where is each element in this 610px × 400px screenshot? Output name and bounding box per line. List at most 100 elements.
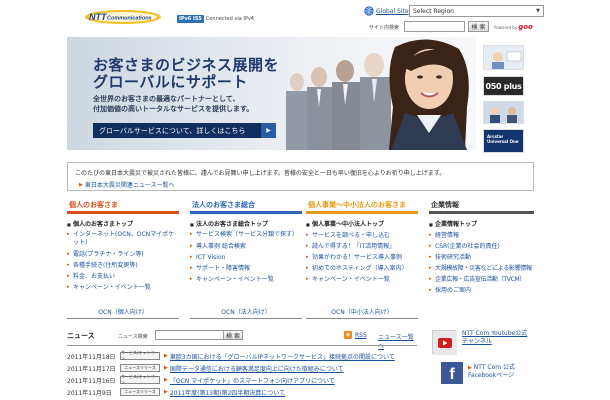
arrow-right-icon: ▶	[261, 123, 276, 138]
column-title: 個人のお客さま	[69, 201, 118, 209]
column-link[interactable]: 各種手続き(住所変更等)	[67, 260, 179, 271]
ocn-personal-link[interactable]: OCN（個人向け）	[67, 307, 179, 316]
youtube-channel-link[interactable]: NTT Com Youtube公式チャンネル	[432, 330, 534, 360]
column-link[interactable]: キャンペーン・イベント一覧	[190, 274, 302, 285]
promo-banner-1-image	[484, 46, 523, 69]
column-link[interactable]: 企業情報トップ	[429, 219, 534, 230]
column-title: 企業情報	[431, 201, 459, 209]
column-link[interactable]: 電話(プラチナ・ライン等)	[67, 249, 179, 260]
column-link[interactable]: 個人のお客さまトップ	[67, 219, 179, 230]
column-corporate: 法人のお客さま総合 法人のお客さま総合トップ サービス検索（サービス分類で探す）…	[190, 200, 302, 285]
column-link[interactable]: 読んで得する！「IT活用情報」	[306, 241, 418, 252]
column-smb: 個人事業〜中小法人のお客さま 個人事業〜中小法人トップ サービスを調べる・申し込…	[306, 200, 418, 285]
hero-sub-line2: 付加価値の高いトータルなサービスを提供します。	[93, 105, 254, 113]
column-link[interactable]: サービス検索（サービス分類で探す）	[190, 230, 298, 241]
site-search-label: サイト内検索	[369, 25, 400, 31]
column-link[interactable]: 技術研究活動	[429, 252, 534, 263]
ipv6-badge: IPv6 ISS	[177, 15, 204, 23]
youtube-channel-label: NTT Com Youtube公式チャンネル	[462, 330, 528, 345]
news-link[interactable]: 「OCN マイポケット」のスマートフォン向けアプリについて	[170, 376, 335, 385]
column-link[interactable]: 料金、お支払い	[67, 271, 179, 282]
globe-icon	[364, 6, 374, 16]
column-footer-divider	[306, 318, 418, 319]
promo-banner-1[interactable]	[483, 45, 524, 70]
column-link[interactable]: キャンペーン・イベント一覧	[306, 274, 418, 285]
hero-title-line1: お客さまのビジネス展開を	[93, 56, 280, 74]
facebook-icon: f	[441, 362, 463, 384]
hero-title-line2: グローバルにサポート	[93, 73, 248, 91]
region-select[interactable]: Select Region ▼	[409, 5, 544, 17]
column-link-list: 個人のお客さまトップ インターネット(OCN、OCNマイポケット) 電話(プラチ…	[67, 219, 179, 293]
arrow-right-icon: ▶	[164, 353, 168, 359]
site-search-input[interactable]	[404, 21, 465, 32]
column-footer-divider	[67, 318, 179, 319]
column-link[interactable]: 採用のご案内	[429, 285, 534, 296]
news-search-input[interactable]	[155, 330, 231, 340]
global-services-button-label: グローバルサービスについて、詳しくはこちら	[99, 126, 246, 135]
news-category-badge: サービス/キャンペーン	[120, 374, 160, 385]
promo-banner-3-image	[484, 102, 523, 123]
column-link[interactable]: インターネット(OCN、OCNマイポケット)	[67, 230, 175, 249]
rss-icon[interactable]: ◉	[344, 331, 352, 339]
column-link[interactable]: 経営情報	[429, 230, 534, 241]
news-link[interactable]: 国際データ通信における顧客満足度向上に向けた取組みについて	[170, 364, 344, 373]
site-search-button[interactable]: 検 索	[468, 21, 489, 32]
facebook-page-link[interactable]: f ▶ NTT Com 公式 Facebookページ	[432, 362, 534, 390]
column-link-list: 個人事業〜中小法人トップ サービスを調べる・申し込む 読んで得する！「IT活用情…	[306, 219, 418, 285]
arcstar-banner[interactable]: Arcstar Universal One	[483, 129, 524, 153]
news-list-link[interactable]: ニュース一覧へ	[378, 332, 417, 350]
column-divider	[306, 211, 418, 214]
page: NTT Communications IPv6 ISS Connected vi…	[0, 0, 610, 400]
column-link[interactable]: キャンペーン・イベント一覧	[67, 282, 179, 293]
svg-text:NTT: NTT	[89, 12, 108, 22]
ocn-smb-link[interactable]: OCN（中小法人向け）	[306, 307, 418, 316]
column-link[interactable]: 法人のお客さま総合トップ	[190, 219, 302, 230]
news-category-badge: ニュースリリース	[120, 364, 160, 372]
chevron-down-icon: ▼	[536, 8, 540, 14]
ipv6-status-text: Connected via IPv4	[205, 16, 254, 22]
rss-link[interactable]: RSS	[355, 332, 367, 339]
goo-logo: goo	[518, 23, 533, 31]
news-link[interactable]: 東欧3カ国における「グローバルIPネットワークサービス」接続拠点の開設について	[170, 352, 395, 361]
powered-by: Powered by goo	[494, 23, 533, 31]
global-services-button[interactable]: グローバルサービスについて、詳しくはこちら ▶	[93, 123, 276, 138]
news-date: 2011年11月18日	[67, 353, 116, 361]
column-personal: 個人のお客さま 個人のお客さまトップ インターネット(OCN、OCNマイポケット…	[67, 200, 179, 293]
global-site-link[interactable]: Global Site	[376, 8, 409, 15]
news-search-label: ニュース検索	[118, 334, 148, 340]
column-footer-divider	[190, 318, 302, 319]
news-title: ニュース	[67, 332, 95, 340]
ntt-logo[interactable]: NTT Communications	[83, 8, 163, 25]
news-header: ニュース ニュース検索 検 索 ◉ RSS ニュース一覧へ	[67, 330, 417, 350]
svg-text:Communications: Communications	[107, 16, 152, 22]
column-link[interactable]: 企業広報・広告宣伝活動（TVCM）	[429, 274, 534, 285]
notice-text: このたびの東日本大震災で被災された皆様に、謹んでお見舞い申し上げます。皆様の安全…	[75, 170, 446, 177]
hero-banner[interactable]: お客さまのビジネス展開を グローバルにサポート 全世界のお客さまの最適なパートナ…	[67, 37, 476, 150]
notice-news-link[interactable]: ▶ 東日本大震災関連ニュース一覧へ	[79, 180, 175, 190]
column-link[interactable]: 個人事業〜中小法人トップ	[306, 219, 418, 230]
news-divider	[67, 345, 417, 346]
column-link[interactable]: 効果がわかる！サービス導入事例	[306, 252, 418, 263]
column-link[interactable]: 初めてのホスティング（導入案内）	[306, 263, 418, 274]
ocn-corporate-link[interactable]: OCN（法人向け）	[190, 307, 302, 316]
arrow-right-icon: ▶	[164, 377, 168, 383]
news-link[interactable]: 2011年度(第13期)第2四半期決算について	[170, 388, 285, 397]
arrow-right-icon: ▶	[164, 389, 168, 395]
column-link[interactable]: サポート・障害情報	[190, 263, 302, 274]
arrow-right-icon: ▶	[79, 181, 83, 188]
news-item: 2011年11月9日 ニュースリリース ▶ 2011年度(第13期)第2四半期決…	[67, 386, 417, 398]
column-link[interactable]: 導入事例 総合検索	[190, 241, 302, 252]
column-title: 法人のお客さま総合	[192, 201, 255, 209]
news-search-button[interactable]: 検 索	[223, 330, 243, 340]
notice-news-link-label: 東日本大震災関連ニュース一覧へ	[84, 182, 175, 189]
column-link[interactable]: ICT Vision	[190, 252, 302, 263]
ntt-logo-mark: NTT Communications	[85, 10, 161, 24]
news-category-badge: ニュースリリース	[120, 388, 160, 396]
column-link[interactable]: サービスを調べる・申し込む	[306, 230, 418, 241]
column-link[interactable]: 大規模故障・災害などによる影響情報	[429, 263, 534, 274]
arrow-right-icon: ▶	[468, 365, 472, 371]
050-plus-banner[interactable]: 050 plus	[483, 76, 524, 96]
column-link[interactable]: CSR(企業の社会的責任)	[429, 241, 534, 252]
promo-banner-3[interactable]	[483, 101, 524, 124]
news-item: 2011年11月17日 ニュースリリース ▶ 国際データ通信における顧客満足度向…	[67, 362, 417, 374]
